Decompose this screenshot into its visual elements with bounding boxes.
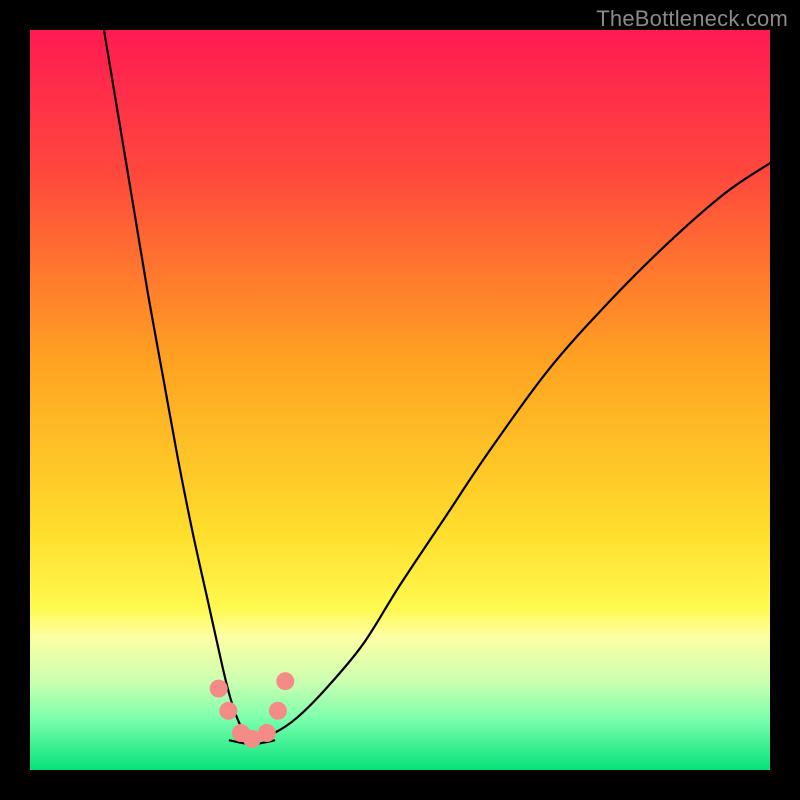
trough-marker (276, 672, 294, 690)
trough-marker (210, 680, 228, 698)
trough-marker (258, 724, 276, 742)
chart-frame: TheBottleneck.com (0, 0, 800, 800)
plot-area (30, 30, 770, 770)
trough-marker (269, 702, 287, 720)
watermark-text: TheBottleneck.com (596, 6, 788, 32)
trough-marker (219, 702, 237, 720)
gradient-background (30, 30, 770, 770)
plot-svg (30, 30, 770, 770)
